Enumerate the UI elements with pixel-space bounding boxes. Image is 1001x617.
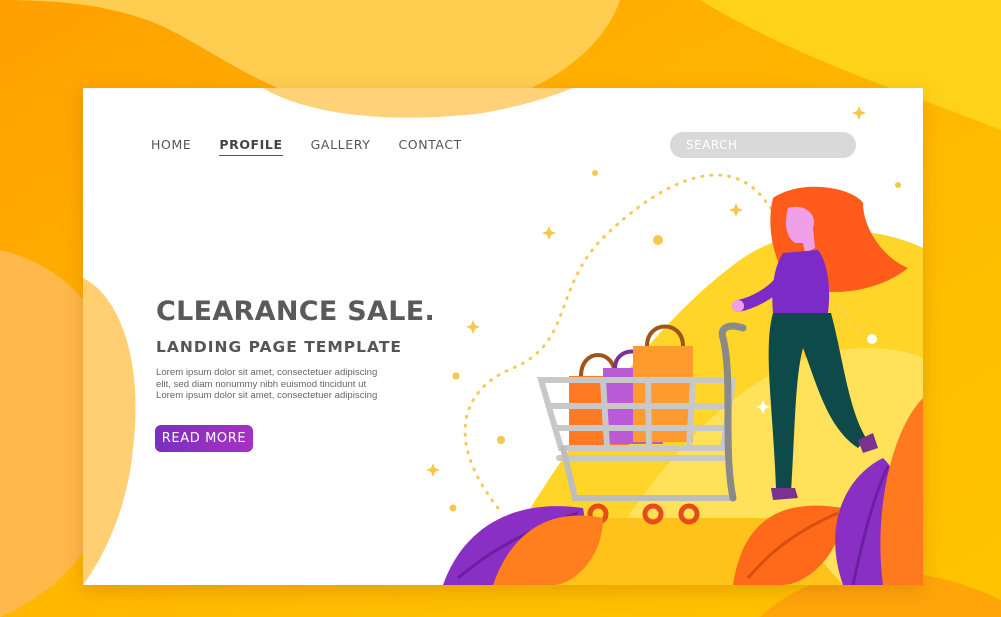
- landing-card: HOME PROFILE GALLERY CONTACT CLEARANCE S…: [83, 88, 923, 585]
- nav-contact[interactable]: CONTACT: [398, 137, 461, 156]
- search-input[interactable]: [670, 132, 856, 158]
- nav-home[interactable]: HOME: [151, 137, 191, 156]
- read-more-button[interactable]: READ MORE: [155, 425, 253, 452]
- hero-title: CLEARANCE SALE.: [156, 296, 436, 327]
- hero-subtitle: LANDING PAGE TEMPLATE: [156, 338, 402, 356]
- nav-gallery[interactable]: GALLERY: [311, 137, 371, 156]
- shopping-illustration: [83, 88, 923, 585]
- main-nav: HOME PROFILE GALLERY CONTACT: [151, 137, 490, 156]
- hero-body-text: Lorem ipsum dolor sit amet, consectetuer…: [156, 367, 378, 401]
- nav-profile[interactable]: PROFILE: [219, 137, 283, 156]
